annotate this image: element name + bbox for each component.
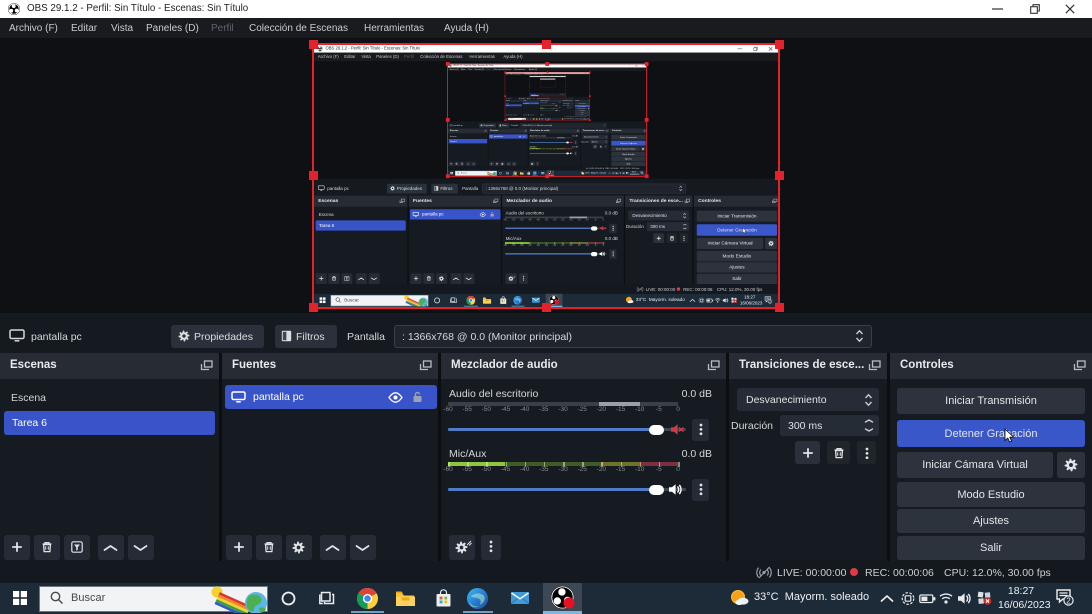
svg-text:2: 2 <box>1066 596 1071 605</box>
